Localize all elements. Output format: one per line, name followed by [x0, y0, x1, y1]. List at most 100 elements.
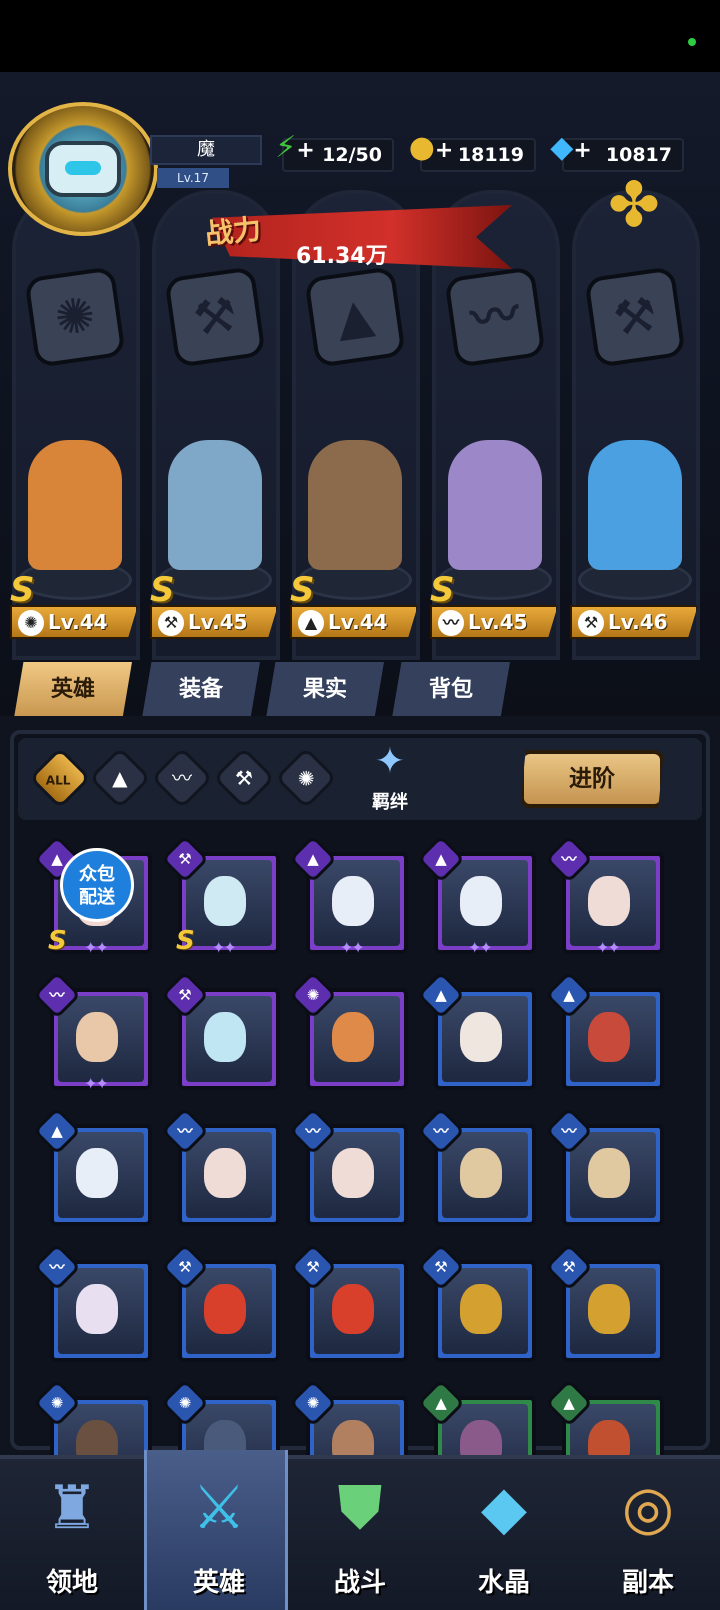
hero-card[interactable]: ▲ [416, 1378, 536, 1456]
hero-card[interactable]: ▲ [544, 970, 664, 1090]
hero-card[interactable]: ▲ [416, 970, 536, 1090]
power-value: 61.34万 [296, 244, 388, 269]
delivery-badge[interactable]: 众包 配送 [60, 848, 134, 922]
hero-card[interactable]: 〰 [416, 1106, 536, 1226]
hero-face [460, 1284, 502, 1334]
battle-icon: ⛊ [337, 1473, 383, 1543]
bond-icon[interactable]: ✦ [352, 738, 428, 786]
coin-icon[interactable]: ●+ [408, 126, 454, 170]
beast-icon: ✺ [18, 610, 44, 636]
wing-icon: 〰 [444, 266, 546, 368]
cone-icon: ▲ [304, 266, 406, 368]
nav-hero[interactable]: ⚔ 英雄 [144, 1450, 288, 1610]
nav-battle[interactable]: ⛊ 战斗 [288, 1450, 432, 1610]
hero-level: Lv.45 [468, 610, 528, 634]
hero-card[interactable]: ⚒ [160, 970, 280, 1090]
hero-level: Lv.44 [328, 610, 388, 634]
player-avatar[interactable] [8, 102, 158, 236]
hero-face [76, 1148, 118, 1198]
hero-card[interactable]: ⚒ [160, 1242, 280, 1362]
tab-fruits[interactable]: 果实 [266, 662, 384, 718]
hero-card[interactable]: ⚒ [544, 1242, 664, 1362]
hero-card[interactable]: ▲ [544, 1378, 664, 1456]
nav-label: 副本 [621, 1568, 674, 1598]
pinwheel-icon[interactable]: ✤ [598, 170, 670, 240]
advance-button[interactable]: 进阶 [520, 750, 664, 808]
hero-card[interactable]: 〰 [288, 1106, 408, 1226]
hero-card[interactable]: ⚒ S ✦✦ [160, 834, 280, 957]
hero-stars: ✦✦ [340, 938, 365, 957]
cone-icon: ▲ [112, 765, 128, 790]
hero-face [332, 1148, 374, 1198]
bond-label[interactable]: 羁绊 [352, 788, 428, 814]
nav-crystal[interactable]: ◆ 水晶 [432, 1450, 576, 1610]
notification-dot [688, 38, 696, 46]
hero-level-tag: 〰 Lv.45 [430, 605, 558, 639]
tab-heroes[interactable]: 英雄 [14, 662, 132, 718]
diamond-icon[interactable]: ◆+ [548, 126, 594, 170]
hero-stars: ✦✦ [468, 938, 493, 957]
nav-dungeon[interactable]: ◎ 副本 [576, 1450, 720, 1610]
hero-card[interactable]: 〰 [544, 1106, 664, 1226]
lineup-hero[interactable]: S [430, 420, 560, 610]
delivery-badge-line1: 众包 [79, 864, 115, 885]
hero-card[interactable]: ✺ [32, 1378, 152, 1456]
lineup-hero[interactable]: S [10, 420, 140, 610]
hero-figure [308, 440, 402, 570]
wrench-icon: ⚒ [584, 266, 686, 368]
hero-card[interactable]: 〰 ✦✦ [544, 834, 664, 957]
hero-face [588, 1148, 630, 1198]
hero-figure [168, 440, 262, 570]
player-name: 魔 [150, 135, 262, 165]
nav-castle[interactable]: ♜ 领地 [0, 1450, 144, 1610]
hero-face [460, 1012, 502, 1062]
hero-face [588, 876, 630, 926]
hero-card[interactable]: 〰 [160, 1106, 280, 1226]
tab-equipment[interactable]: 装备 [142, 662, 260, 718]
hero-face [204, 1284, 246, 1334]
castle-icon: ♜ [45, 1473, 99, 1543]
hero-card[interactable]: ⚒ [416, 1242, 536, 1362]
hero-grade: S [150, 570, 175, 610]
wing-icon: 〰 [438, 610, 464, 636]
hero-stars: ✦✦ [84, 1074, 109, 1093]
hero-figure [588, 440, 682, 570]
lineup-hero[interactable]: S [150, 420, 280, 610]
hero-face [460, 1148, 502, 1198]
hero-face [588, 1284, 630, 1334]
hero-face [332, 1012, 374, 1062]
hero-card[interactable]: ▲ ✦✦ [288, 834, 408, 957]
hero-grade: S [430, 570, 455, 610]
hero-card[interactable]: ✺ [160, 1378, 280, 1456]
hero-card[interactable]: ▲ ✦✦ [416, 834, 536, 957]
lineup-hero[interactable] [570, 420, 700, 600]
wrench-icon: ⚒ [235, 766, 253, 790]
hero-face [204, 1148, 246, 1198]
tab-backpack[interactable]: 背包 [392, 662, 510, 718]
hero-level: Lv.46 [608, 610, 668, 634]
status-bar [0, 0, 720, 72]
hero-card[interactable]: ✺ [288, 1378, 408, 1456]
hero-figure [28, 440, 122, 570]
nav-label: 英雄 [192, 1568, 245, 1598]
wrench-icon: ⚒ [158, 610, 184, 636]
hero-face [332, 876, 374, 926]
lightning-icon[interactable]: ⚡+ [272, 126, 318, 170]
hero-level-tag: ▲ Lv.44 [290, 605, 418, 639]
hero-card[interactable]: ▲ [32, 1106, 152, 1226]
hero-card[interactable]: 〰 [32, 1242, 152, 1362]
beast-icon: ✺ [24, 266, 126, 368]
hero-stars: ✦✦ [84, 938, 109, 957]
nav-label: 领地 [45, 1568, 98, 1598]
hero-face [332, 1284, 374, 1334]
hero-card[interactable]: ⚒ [288, 1242, 408, 1362]
wrench-icon: ⚒ [164, 266, 266, 368]
hero-grade: S [176, 926, 195, 956]
hero-grade: S [10, 570, 35, 610]
hero-card[interactable]: 〰 ✦✦ [32, 970, 152, 1093]
power-label: 战力 [203, 212, 263, 251]
hero-card[interactable]: ✺ [288, 970, 408, 1090]
cone-icon: ▲ [298, 610, 324, 636]
lineup-hero[interactable]: S [290, 420, 420, 610]
nav-label: 战斗 [333, 1568, 386, 1598]
